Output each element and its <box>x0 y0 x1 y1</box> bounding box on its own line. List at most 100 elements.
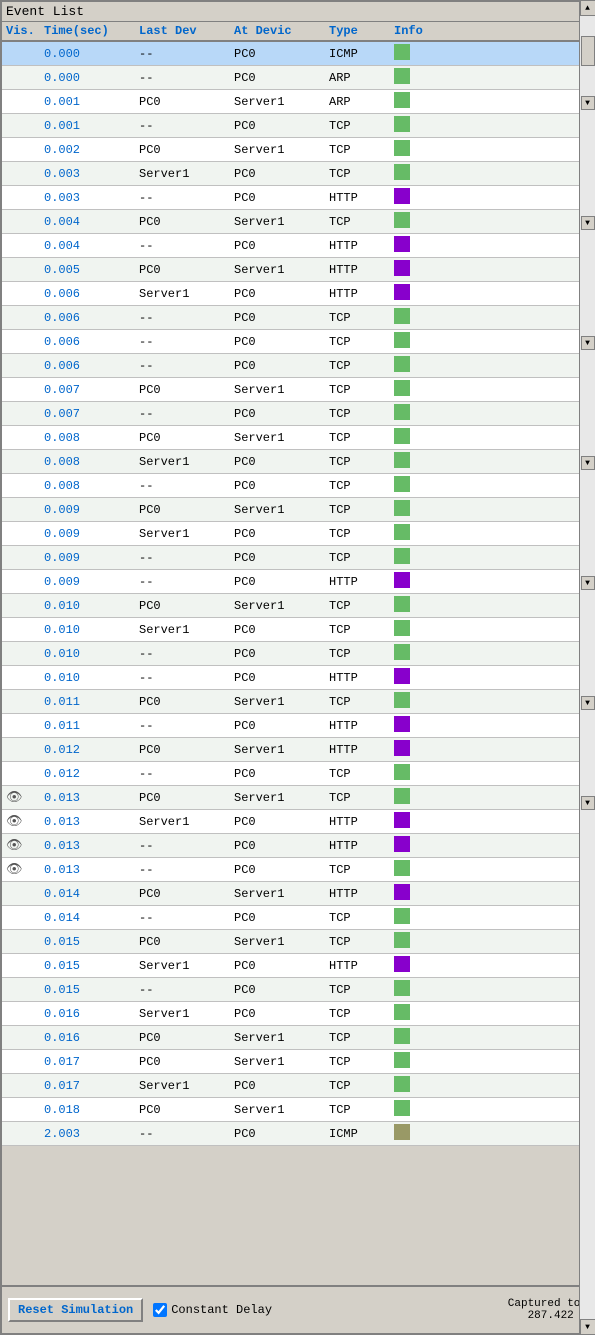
table-row[interactable]: 0.012--PC0TCP <box>2 762 593 786</box>
scroll-thumb[interactable] <box>581 42 594 66</box>
info-cell <box>394 212 454 232</box>
info-cell <box>394 908 454 928</box>
type-cell: ICMP <box>329 47 394 61</box>
lastdev-cell: Server1 <box>139 1079 234 1093</box>
atdev-cell: PC0 <box>234 839 329 853</box>
info-color-box <box>394 620 410 636</box>
table-row[interactable]: 0.006--PC0TCP <box>2 354 593 378</box>
scroll-track[interactable]: ▼ ▼ ▼ ▼ ▼ ▼ ▼ <box>580 42 594 1285</box>
table-row[interactable]: 0.011--PC0HTTP <box>2 714 593 738</box>
time-cell: 0.004 <box>44 215 139 229</box>
table-row[interactable]: 0.014PC0Server1HTTP <box>2 882 593 906</box>
time-cell: 0.006 <box>44 359 139 373</box>
info-cell <box>394 1124 454 1144</box>
info-color-box <box>394 812 410 828</box>
table-row[interactable]: 0.003Server1PC0TCP <box>2 162 593 186</box>
info-cell <box>394 476 454 496</box>
header-type: Type <box>329 24 394 38</box>
table-row[interactable]: 0.011PC0Server1TCP <box>2 690 593 714</box>
table-row[interactable]: 0.007--PC0TCP <box>2 402 593 426</box>
header-row: Vis. Time(sec) Last Dev At Devic Type In… <box>2 22 593 42</box>
table-row[interactable]: 0.010--PC0HTTP <box>2 666 593 690</box>
reset-simulation-button[interactable]: Reset Simulation <box>8 1298 143 1322</box>
table-row[interactable]: 0.007PC0Server1TCP <box>2 378 593 402</box>
table-row[interactable]: 0.006--PC0TCP <box>2 306 593 330</box>
lastdev-cell: Server1 <box>139 815 234 829</box>
table-row[interactable]: 0.009--PC0TCP <box>2 546 593 570</box>
table-row[interactable]: 0.016Server1PC0TCP <box>2 1002 593 1026</box>
lastdev-cell: PC0 <box>139 1103 234 1117</box>
table-row[interactable]: 0.005PC0Server1HTTP <box>2 258 593 282</box>
atdev-cell: PC0 <box>234 959 329 973</box>
table-row[interactable]: 👁0.013--PC0TCP <box>2 858 593 882</box>
info-color-box <box>394 68 410 84</box>
table-row[interactable]: 0.009Server1PC0TCP <box>2 522 593 546</box>
table-row[interactable]: 0.008--PC0TCP <box>2 474 593 498</box>
info-cell <box>394 668 454 688</box>
scroll-marker-5: ▼ <box>581 576 594 590</box>
table-row[interactable]: 0.006Server1PC0HTTP <box>2 282 593 306</box>
table-row[interactable]: 0.015Server1PC0HTTP <box>2 954 593 978</box>
table-row[interactable]: 0.009--PC0HTTP <box>2 570 593 594</box>
time-cell: 0.017 <box>44 1079 139 1093</box>
table-row[interactable]: 0.002PC0Server1TCP <box>2 138 593 162</box>
header-atdev: At Devic <box>234 24 329 38</box>
table-row[interactable]: 👁0.013PC0Server1TCP <box>2 786 593 810</box>
atdev-cell: PC0 <box>234 719 329 733</box>
info-cell <box>394 596 454 616</box>
table-row[interactable]: 0.010--PC0TCP <box>2 642 593 666</box>
table-row[interactable]: 0.006--PC0TCP <box>2 330 593 354</box>
table-row[interactable]: 👁0.013--PC0HTTP <box>2 834 593 858</box>
time-cell: 0.005 <box>44 263 139 277</box>
time-cell: 2.003 <box>44 1127 139 1141</box>
type-cell: TCP <box>329 335 394 349</box>
table-row[interactable]: 0.016PC0Server1TCP <box>2 1026 593 1050</box>
info-cell <box>394 356 454 376</box>
table-row[interactable]: 0.008Server1PC0TCP <box>2 450 593 474</box>
atdev-cell: PC0 <box>234 551 329 565</box>
type-cell: TCP <box>329 1055 394 1069</box>
table-row[interactable]: 0.012PC0Server1HTTP <box>2 738 593 762</box>
type-cell: HTTP <box>329 239 394 253</box>
table-row[interactable]: 0.015--PC0TCP <box>2 978 593 1002</box>
lastdev-cell: -- <box>139 407 234 421</box>
table-row[interactable]: 0.014--PC0TCP <box>2 906 593 930</box>
table-row[interactable]: 0.017PC0Server1TCP <box>2 1050 593 1074</box>
info-color-box <box>394 668 410 684</box>
table-row[interactable]: 0.003--PC0HTTP <box>2 186 593 210</box>
table-row[interactable]: 0.010Server1PC0TCP <box>2 618 593 642</box>
lastdev-cell: PC0 <box>139 791 234 805</box>
lastdev-cell: PC0 <box>139 143 234 157</box>
table-row[interactable]: 0.001--PC0TCP <box>2 114 593 138</box>
info-color-box <box>394 908 410 924</box>
table-row[interactable]: 0.017Server1PC0TCP <box>2 1074 593 1098</box>
atdev-cell: PC0 <box>234 47 329 61</box>
info-cell <box>394 332 454 352</box>
type-cell: TCP <box>329 695 394 709</box>
table-row[interactable]: 0.010PC0Server1TCP <box>2 594 593 618</box>
vis-cell: 👁 <box>2 790 44 805</box>
table-row[interactable]: 0.009PC0Server1TCP <box>2 498 593 522</box>
atdev-cell: Server1 <box>234 1031 329 1045</box>
type-cell: TCP <box>329 911 394 925</box>
table-row[interactable]: 👁0.013Server1PC0HTTP <box>2 810 593 834</box>
table-row[interactable]: 0.001PC0Server1ARP <box>2 90 593 114</box>
table-row[interactable]: 0.018PC0Server1TCP <box>2 1098 593 1122</box>
info-color-box <box>394 884 410 900</box>
constant-delay-checkbox[interactable] <box>153 1303 167 1317</box>
atdev-cell: Server1 <box>234 383 329 397</box>
type-cell: HTTP <box>329 959 394 973</box>
table-row[interactable]: 0.008PC0Server1TCP <box>2 426 593 450</box>
scrollbar[interactable]: ▲ ▼ ▼ ▼ ▼ ▼ ▼ ▼ ▼ <box>579 42 593 1285</box>
table-row[interactable]: 0.015PC0Server1TCP <box>2 930 593 954</box>
type-cell: TCP <box>329 407 394 421</box>
table-row[interactable]: 0.004PC0Server1TCP <box>2 210 593 234</box>
table-row[interactable]: 0.004--PC0HTTP <box>2 234 593 258</box>
table-row[interactable]: 0.000--PC0ICMP <box>2 42 593 66</box>
captured-line2: 287.422 s <box>508 1310 587 1322</box>
table-row[interactable]: 0.000--PC0ARP <box>2 66 593 90</box>
type-cell: TCP <box>329 767 394 781</box>
atdev-cell: PC0 <box>234 407 329 421</box>
table-row[interactable]: 2.003--PC0ICMP <box>2 1122 593 1146</box>
lastdev-cell: -- <box>139 575 234 589</box>
